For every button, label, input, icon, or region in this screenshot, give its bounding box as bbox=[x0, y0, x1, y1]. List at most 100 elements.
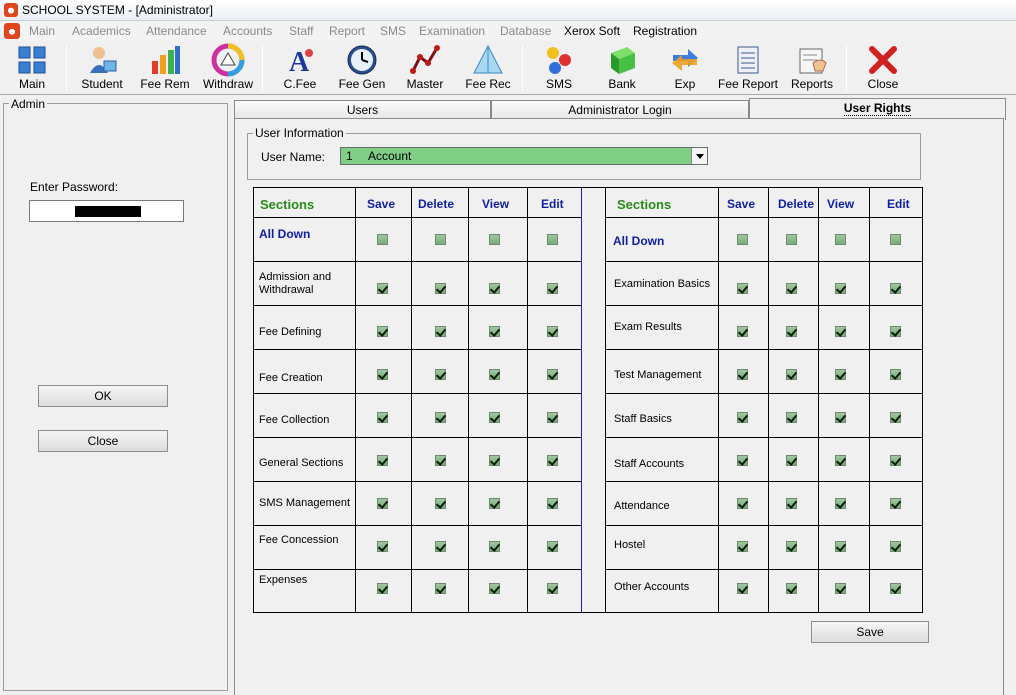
tab-administrator-login[interactable]: Administrator Login bbox=[491, 100, 749, 119]
toolbar-reports-button[interactable]: Reports bbox=[780, 41, 844, 95]
permission-checkbox[interactable] bbox=[435, 283, 446, 294]
permission-checkbox[interactable] bbox=[737, 326, 748, 337]
save-button[interactable]: Save bbox=[811, 621, 929, 643]
permission-checkbox[interactable] bbox=[890, 234, 901, 245]
permission-checkbox[interactable] bbox=[737, 583, 748, 594]
ok-button[interactable]: OK bbox=[38, 385, 168, 407]
permission-checkbox[interactable] bbox=[835, 541, 846, 552]
menu-sms[interactable]: SMS bbox=[380, 24, 406, 38]
permission-checkbox[interactable] bbox=[786, 412, 797, 423]
permission-checkbox[interactable] bbox=[890, 498, 901, 509]
menu-accounts[interactable]: Accounts bbox=[223, 24, 272, 38]
permission-checkbox[interactable] bbox=[377, 498, 388, 509]
permission-checkbox[interactable] bbox=[547, 369, 558, 380]
permission-checkbox[interactable] bbox=[835, 455, 846, 466]
toolbar-fee-gen-button[interactable]: Fee Gen bbox=[330, 41, 394, 95]
toolbar-exp-button[interactable]: Exp bbox=[653, 41, 717, 95]
permission-checkbox[interactable] bbox=[489, 498, 500, 509]
permission-checkbox[interactable] bbox=[890, 283, 901, 294]
menu-database[interactable]: Database bbox=[500, 24, 551, 38]
permission-checkbox[interactable] bbox=[489, 412, 500, 423]
permission-checkbox[interactable] bbox=[435, 326, 446, 337]
permission-checkbox[interactable] bbox=[786, 283, 797, 294]
permission-checkbox[interactable] bbox=[835, 369, 846, 380]
permission-checkbox[interactable] bbox=[377, 283, 388, 294]
app-menu-icon[interactable] bbox=[4, 23, 20, 39]
close-button[interactable]: Close bbox=[38, 430, 168, 452]
permission-checkbox[interactable] bbox=[786, 234, 797, 245]
permission-checkbox[interactable] bbox=[547, 234, 558, 245]
menu-main[interactable]: Main bbox=[29, 24, 55, 38]
permission-checkbox[interactable] bbox=[835, 412, 846, 423]
permission-checkbox[interactable] bbox=[377, 369, 388, 380]
permission-checkbox[interactable] bbox=[737, 541, 748, 552]
permission-checkbox[interactable] bbox=[435, 541, 446, 552]
permission-checkbox[interactable] bbox=[489, 455, 500, 466]
permission-checkbox[interactable] bbox=[489, 583, 500, 594]
permission-checkbox[interactable] bbox=[547, 412, 558, 423]
permission-checkbox[interactable] bbox=[737, 369, 748, 380]
permission-checkbox[interactable] bbox=[435, 369, 446, 380]
permission-checkbox[interactable] bbox=[489, 326, 500, 337]
toolbar-cfee-button[interactable]: A C.Fee bbox=[268, 41, 332, 95]
menu-xerox-soft[interactable]: Xerox Soft bbox=[564, 24, 620, 38]
toolbar-bank-button[interactable]: Bank bbox=[590, 41, 654, 95]
tab-users[interactable]: Users bbox=[234, 100, 491, 119]
permission-checkbox[interactable] bbox=[435, 455, 446, 466]
permission-checkbox[interactable] bbox=[435, 583, 446, 594]
toolbar-student-button[interactable]: Student bbox=[70, 41, 134, 95]
permission-checkbox[interactable] bbox=[737, 283, 748, 294]
password-field[interactable] bbox=[29, 200, 184, 222]
menu-examination[interactable]: Examination bbox=[419, 24, 485, 38]
toolbar-fee-rec-button[interactable]: Fee Rec bbox=[456, 41, 520, 95]
permission-checkbox[interactable] bbox=[489, 283, 500, 294]
permission-checkbox[interactable] bbox=[489, 541, 500, 552]
permission-checkbox[interactable] bbox=[786, 369, 797, 380]
permission-checkbox[interactable] bbox=[890, 583, 901, 594]
permission-checkbox[interactable] bbox=[489, 369, 500, 380]
tab-user-rights[interactable]: User Rights bbox=[749, 98, 1006, 120]
menu-staff[interactable]: Staff bbox=[289, 24, 313, 38]
permission-checkbox[interactable] bbox=[786, 455, 797, 466]
permission-checkbox[interactable] bbox=[377, 583, 388, 594]
permission-checkbox[interactable] bbox=[835, 234, 846, 245]
permission-checkbox[interactable] bbox=[377, 234, 388, 245]
permission-checkbox[interactable] bbox=[835, 326, 846, 337]
toolbar-master-button[interactable]: Master bbox=[393, 41, 457, 95]
menu-report[interactable]: Report bbox=[329, 24, 365, 38]
permission-checkbox[interactable] bbox=[786, 498, 797, 509]
user-name-select[interactable]: 1 Account bbox=[340, 147, 708, 165]
permission-checkbox[interactable] bbox=[547, 283, 558, 294]
chevron-down-icon[interactable] bbox=[691, 148, 707, 164]
toolbar-sms-button[interactable]: SMS bbox=[527, 41, 591, 95]
permission-checkbox[interactable] bbox=[377, 326, 388, 337]
permission-checkbox[interactable] bbox=[835, 498, 846, 509]
permission-checkbox[interactable] bbox=[377, 541, 388, 552]
permission-checkbox[interactable] bbox=[377, 455, 388, 466]
permission-checkbox[interactable] bbox=[737, 455, 748, 466]
permission-checkbox[interactable] bbox=[737, 234, 748, 245]
permission-checkbox[interactable] bbox=[547, 541, 558, 552]
permission-checkbox[interactable] bbox=[435, 498, 446, 509]
permission-checkbox[interactable] bbox=[547, 326, 558, 337]
permission-checkbox[interactable] bbox=[890, 541, 901, 552]
toolbar-close-button[interactable]: Close bbox=[851, 41, 915, 95]
permission-checkbox[interactable] bbox=[890, 369, 901, 380]
permission-checkbox[interactable] bbox=[435, 412, 446, 423]
toolbar-fee-rem-button[interactable]: Fee Rem bbox=[133, 41, 197, 95]
permission-checkbox[interactable] bbox=[547, 498, 558, 509]
permission-checkbox[interactable] bbox=[786, 583, 797, 594]
permission-checkbox[interactable] bbox=[890, 412, 901, 423]
toolbar-main-button[interactable]: Main bbox=[0, 41, 64, 95]
menu-attendance[interactable]: Attendance bbox=[146, 24, 207, 38]
permission-checkbox[interactable] bbox=[489, 234, 500, 245]
menu-registration[interactable]: Registration bbox=[633, 24, 697, 38]
permission-checkbox[interactable] bbox=[786, 326, 797, 337]
toolbar-fee-report-button[interactable]: Fee Report bbox=[716, 41, 780, 95]
permission-checkbox[interactable] bbox=[737, 412, 748, 423]
permission-checkbox[interactable] bbox=[786, 541, 797, 552]
permission-checkbox[interactable] bbox=[435, 234, 446, 245]
permission-checkbox[interactable] bbox=[890, 326, 901, 337]
menu-academics[interactable]: Academics bbox=[72, 24, 131, 38]
permission-checkbox[interactable] bbox=[547, 455, 558, 466]
